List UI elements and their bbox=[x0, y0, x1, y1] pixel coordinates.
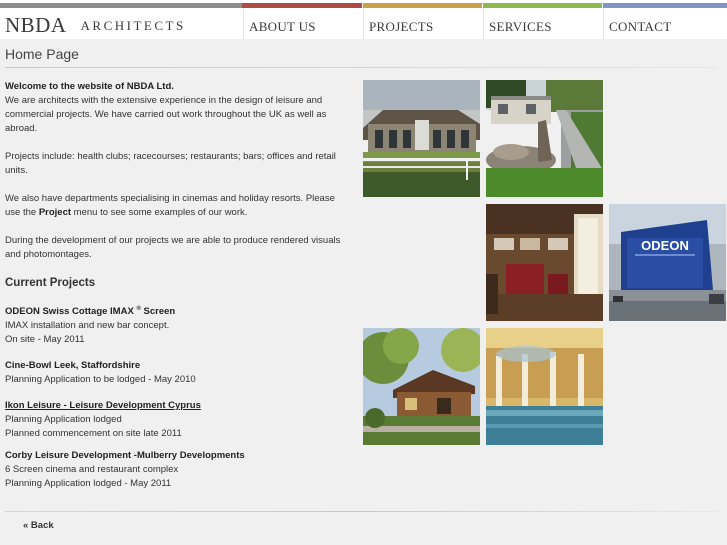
site-logo[interactable]: NBDA ARCHITECTS bbox=[5, 13, 186, 38]
project-item: Corby Leisure Development -Mulberry Deve… bbox=[5, 449, 345, 491]
project-line: Planned commencement on site late 2011 bbox=[5, 428, 182, 440]
project-menu-reference: Project bbox=[38, 207, 72, 218]
intro-paragraph-3: We also have departments specialising in… bbox=[5, 193, 335, 218]
project-title: ODEON Swiss Cottage IMAX ® Screen bbox=[5, 306, 176, 318]
photo-health-club-building[interactable] bbox=[363, 80, 480, 197]
project-title: Cine-Bowl Leek, Staffordshire bbox=[5, 360, 141, 372]
logo-name: NBDA bbox=[5, 13, 67, 37]
page-title: Home Page bbox=[5, 46, 79, 62]
project-line: Planning Application lodged - May 2011 bbox=[5, 478, 172, 490]
back-link[interactable]: « Back bbox=[23, 520, 54, 531]
project-line: IMAX installation and new bar concept. bbox=[5, 320, 170, 332]
project-item: Ikon Leisure - Leisure Development Cypru… bbox=[5, 399, 345, 441]
top-navigation: NBDA ARCHITECTS ABOUT US PROJECTS SERVICE… bbox=[0, 8, 727, 39]
project-link-ikon-leisure[interactable]: Ikon Leisure - Leisure Development Cypru… bbox=[5, 399, 345, 413]
photo-holiday-resort-stone[interactable] bbox=[486, 80, 603, 197]
photo-bar-interior[interactable] bbox=[486, 204, 603, 321]
project-title: Corby Leisure Development -Mulberry Deve… bbox=[5, 450, 245, 462]
photo-pool-interior[interactable] bbox=[486, 328, 603, 445]
intro-paragraph-2: Projects include: health clubs; racecour… bbox=[5, 151, 336, 176]
footer-divider bbox=[5, 511, 717, 512]
intro-paragraph-1: We are architects with the extensive exp… bbox=[5, 95, 327, 134]
nav-projects[interactable]: PROJECTS bbox=[363, 8, 483, 39]
project-item: ODEON Swiss Cottage IMAX ® Screen IMAX i… bbox=[5, 302, 345, 347]
intro-paragraph-4: During the development of our projects w… bbox=[5, 235, 341, 260]
project-line: Planning Application to be lodged - May … bbox=[5, 374, 196, 386]
photo-lodge-cabin[interactable] bbox=[363, 328, 480, 445]
nav-contact[interactable]: CONTACT bbox=[603, 8, 727, 39]
welcome-heading: Welcome to the website of NBDA Ltd. bbox=[5, 81, 174, 92]
odeon-sign-text: ODEON bbox=[641, 238, 689, 253]
intro-text: Welcome to the website of NBDA Ltd. We a… bbox=[5, 80, 345, 499]
project-line: On site - May 2011 bbox=[5, 334, 85, 346]
project-line: 6 Screen cinema and restaurant complex bbox=[5, 464, 179, 476]
title-divider bbox=[5, 67, 717, 68]
nav-services[interactable]: SERVICES bbox=[483, 8, 603, 39]
project-item: Cine-Bowl Leek, Staffordshire Planning A… bbox=[5, 359, 345, 387]
logo-subtitle: ARCHITECTS bbox=[80, 18, 186, 33]
nav-about-us[interactable]: ABOUT US bbox=[243, 8, 363, 39]
photo-odeon-cinema[interactable]: ODEON bbox=[609, 204, 726, 321]
current-projects-heading: Current Projects bbox=[5, 277, 96, 289]
main-content: Home Page Welcome to the website of NBDA… bbox=[0, 39, 727, 545]
project-line: Planning Application lodged bbox=[5, 414, 122, 426]
